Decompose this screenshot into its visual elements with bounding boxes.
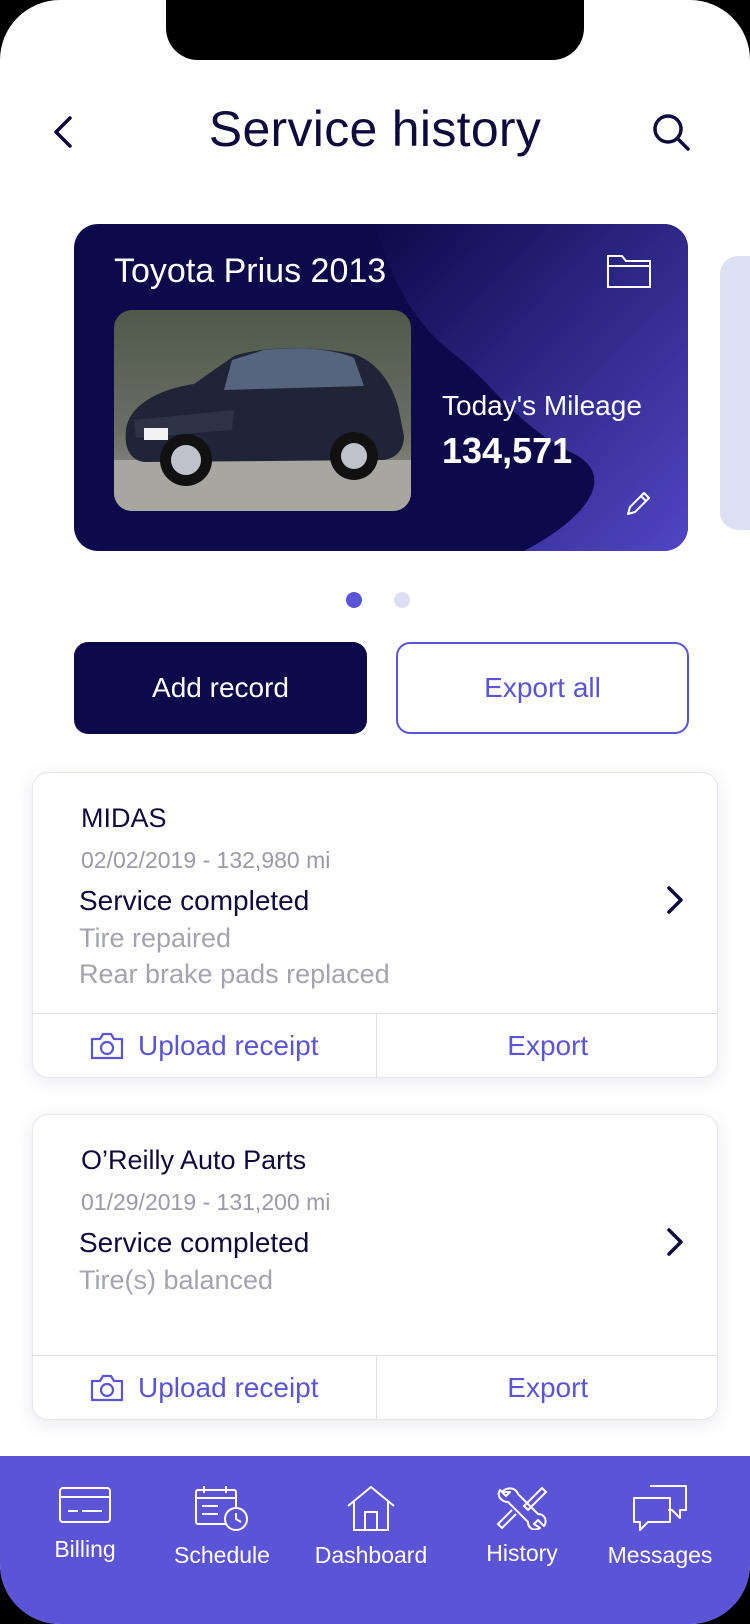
mileage-label: Today's Mileage: [442, 390, 642, 421]
camera-icon: [90, 1374, 124, 1401]
upload-receipt-button[interactable]: Upload receipt: [33, 1356, 376, 1419]
record-vendor: MIDAS: [81, 803, 167, 833]
pencil-icon[interactable]: [622, 488, 654, 520]
search-button[interactable]: [648, 108, 694, 156]
next-vehicle-card-peek[interactable]: [720, 256, 750, 530]
camera-icon: [90, 1032, 124, 1059]
car-photo: [114, 310, 411, 511]
record-actions: Upload receipt Export: [33, 1013, 718, 1077]
chevron-right-icon[interactable]: [663, 1225, 687, 1259]
export-button[interactable]: Export: [375, 1356, 718, 1419]
page-title: Service history: [208, 101, 542, 157]
record-actions: Upload receipt Export: [33, 1355, 718, 1419]
chat-bubbles-icon: [633, 1485, 687, 1531]
record-detail: Tire repaired: [79, 923, 232, 953]
vehicle-name: Toyota Prius 2013: [114, 252, 387, 290]
upload-receipt-button[interactable]: Upload receipt: [33, 1014, 376, 1077]
tab-label: History: [486, 1540, 558, 1566]
record-date-mileage: 01/29/2019 - 131,200 mi: [81, 1189, 331, 1215]
app-screen: Service history Toyota Prius 2013 Today'…: [0, 0, 750, 1624]
export-button[interactable]: Export: [375, 1014, 718, 1077]
credit-card-icon: [59, 1487, 111, 1523]
search-icon: [653, 114, 690, 151]
upload-receipt-label: Upload receipt: [137, 1371, 319, 1403]
record-status: Service completed: [79, 885, 310, 916]
bottom-tab-bar: Billing Schedule Dashboard History Messa…: [0, 1456, 750, 1624]
service-record-card[interactable]: O’Reilly Auto Parts 01/29/2019 - 131,200…: [32, 1114, 718, 1420]
vehicle-card[interactable]: Toyota Prius 2013 Today's Mileage 134,57…: [74, 224, 688, 551]
record-date-mileage: 02/02/2019 - 132,980 mi: [81, 847, 331, 873]
mileage-value: 134,571: [442, 430, 573, 471]
chevron-right-icon[interactable]: [663, 883, 687, 917]
pager-dot-active[interactable]: [346, 592, 362, 608]
tab-label: Schedule: [174, 1542, 270, 1568]
tab-schedule[interactable]: Schedule: [157, 1484, 287, 1569]
record-status: Service completed: [79, 1227, 310, 1258]
tab-messages[interactable]: Messages: [595, 1484, 725, 1569]
record-detail: Rear brake pads replaced: [79, 959, 390, 989]
record-vendor: O’Reilly Auto Parts: [81, 1145, 307, 1175]
pager-dot[interactable]: [394, 592, 410, 608]
device-notch: [166, 0, 584, 60]
service-record-card[interactable]: MIDAS 02/02/2019 - 132,980 mi Service co…: [32, 772, 718, 1078]
add-record-button[interactable]: Add record: [74, 642, 367, 734]
tab-label: Messages: [607, 1542, 713, 1568]
tab-history[interactable]: History: [457, 1484, 587, 1567]
tab-label: Dashboard: [314, 1542, 428, 1568]
export-all-button[interactable]: Export all: [396, 642, 689, 734]
tab-label: Billing: [54, 1536, 116, 1562]
upload-receipt-label: Upload receipt: [137, 1029, 319, 1061]
record-detail: Tire(s) balanced: [79, 1265, 274, 1295]
tab-dashboard[interactable]: Dashboard: [306, 1484, 436, 1569]
tab-billing[interactable]: Billing: [20, 1484, 150, 1563]
home-icon: [347, 1486, 395, 1531]
folder-icon[interactable]: [606, 252, 652, 290]
wrench-tools-icon: [496, 1486, 548, 1530]
calendar-clock-icon: [195, 1486, 248, 1531]
